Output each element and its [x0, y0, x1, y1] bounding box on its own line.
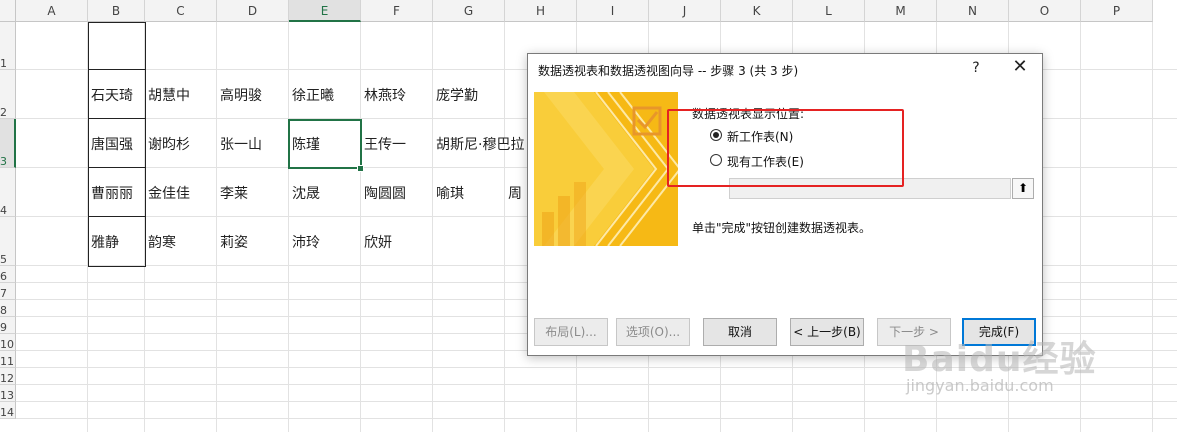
cell-r5-0[interactable]: 雅静	[91, 235, 119, 251]
grid-col-line	[1152, 22, 1153, 432]
cell-r4-4[interactable]: 陶圆圆	[364, 186, 406, 202]
grid-col-line	[216, 22, 217, 432]
column-header-l[interactable]: L	[793, 0, 865, 22]
row-header-2[interactable]: 2	[0, 70, 16, 119]
column-header-f[interactable]: F	[361, 0, 433, 22]
cell-r3-1[interactable]: 谢昀杉	[148, 137, 190, 153]
column-header-e[interactable]: E	[289, 0, 361, 22]
grid-col-line	[504, 22, 505, 432]
pivot-wizard-dialog: 数据透视表和数据透视图向导 -- 步骤 3 (共 3 步) ? ✕ 数据透视表显…	[527, 53, 1043, 356]
cell-border	[88, 216, 146, 217]
column-header-a[interactable]: A	[16, 0, 88, 22]
grid-col-line	[288, 22, 289, 432]
cell-r2-3[interactable]: 徐正曦	[292, 88, 334, 104]
grid-row-line	[16, 418, 1177, 419]
grid-col-line	[360, 22, 361, 432]
column-header-h[interactable]: H	[505, 0, 577, 22]
cell-r4-0[interactable]: 曹丽丽	[91, 186, 133, 202]
row-header-10[interactable]: 10	[0, 334, 16, 351]
fill-handle[interactable]	[357, 165, 364, 172]
column-header-p[interactable]: P	[1081, 0, 1153, 22]
column-header-g[interactable]: G	[433, 0, 505, 22]
options-button[interactable]: 选项(O)...	[616, 318, 690, 346]
finish-hint: 单击"完成"按钮创建数据透视表。	[692, 221, 872, 235]
cell-r5-3[interactable]: 沛玲	[292, 235, 320, 251]
cell-border	[88, 167, 146, 168]
column-header-i[interactable]: I	[577, 0, 649, 22]
cell-r4-3[interactable]: 沈晟	[292, 186, 320, 202]
wizard-illustration	[534, 92, 678, 246]
cell-r3-0[interactable]: 唐国强	[91, 137, 133, 153]
help-icon[interactable]: ?	[968, 60, 984, 76]
cell-r5-1[interactable]: 韵寒	[148, 235, 176, 251]
cell-r2-0[interactable]: 石天琦	[91, 88, 133, 104]
row-header-1[interactable]: 1	[0, 22, 16, 70]
cell-r2-4[interactable]: 林燕玲	[364, 88, 406, 104]
column-header-k[interactable]: K	[721, 0, 793, 22]
back-button[interactable]: < 上一步(B)	[790, 318, 864, 346]
column-header-m[interactable]: M	[865, 0, 937, 22]
cell-r2-2[interactable]: 高明骏	[220, 88, 262, 104]
select-all-corner[interactable]	[0, 0, 16, 22]
close-icon[interactable]: ✕	[1010, 56, 1030, 77]
column-header-c[interactable]: C	[145, 0, 217, 22]
watermark-logo: Baidu经验	[902, 339, 1097, 380]
column-header-d[interactable]: D	[217, 0, 289, 22]
active-cell-e3[interactable]	[288, 119, 362, 169]
cell-border	[88, 69, 146, 70]
row-header-11[interactable]: 11	[0, 351, 16, 368]
highlight-box	[667, 109, 904, 187]
cancel-button[interactable]: 取消	[703, 318, 777, 346]
column-header-b[interactable]: B	[88, 0, 145, 22]
dialog-title: 数据透视表和数据透视图向导 -- 步骤 3 (共 3 步)	[538, 64, 799, 78]
collapse-range-button[interactable]: ⬆	[1012, 178, 1034, 199]
grid-row-line	[16, 401, 1177, 402]
cell-r3-2[interactable]: 张一山	[220, 137, 262, 153]
row-header-4[interactable]: 4	[0, 168, 16, 217]
column-header-n[interactable]: N	[937, 0, 1009, 22]
row-header-5[interactable]: 5	[0, 217, 16, 266]
cell-r5-2[interactable]: 莉姿	[220, 235, 248, 251]
row-header-14[interactable]: 14	[0, 402, 16, 419]
watermark-url: jingyan.baidu.com	[906, 376, 1054, 395]
column-header-j[interactable]: J	[649, 0, 721, 22]
cell-r5-4[interactable]: 欣妍	[364, 235, 392, 251]
cell-r4-5[interactable]: 喻琪	[436, 186, 464, 202]
cell-border	[88, 118, 146, 119]
row-header-9[interactable]: 9	[0, 317, 16, 334]
cell-r2-5[interactable]: 庞学勤	[436, 88, 478, 104]
row-header-3[interactable]: 3	[0, 119, 16, 168]
layout-button[interactable]: 布局(L)...	[534, 318, 608, 346]
grid-col-line	[432, 22, 433, 432]
column-header-o[interactable]: O	[1009, 0, 1081, 22]
cell-r4-2[interactable]: 李莱	[220, 186, 248, 202]
row-header-8[interactable]: 8	[0, 300, 16, 317]
cell-r4-1[interactable]: 金佳佳	[148, 186, 190, 202]
row-header-12[interactable]: 12	[0, 368, 16, 385]
cell-r3-4[interactable]: 王传一	[364, 137, 406, 153]
cell-r3-5[interactable]: 胡斯尼·穆巴拉	[436, 137, 524, 153]
cell-r2-1[interactable]: 胡慧中	[148, 88, 190, 104]
cell-r4-6[interactable]: 周	[508, 186, 522, 202]
row-header-7[interactable]: 7	[0, 283, 16, 300]
row-header-6[interactable]: 6	[0, 266, 16, 283]
row-header-13[interactable]: 13	[0, 385, 16, 402]
